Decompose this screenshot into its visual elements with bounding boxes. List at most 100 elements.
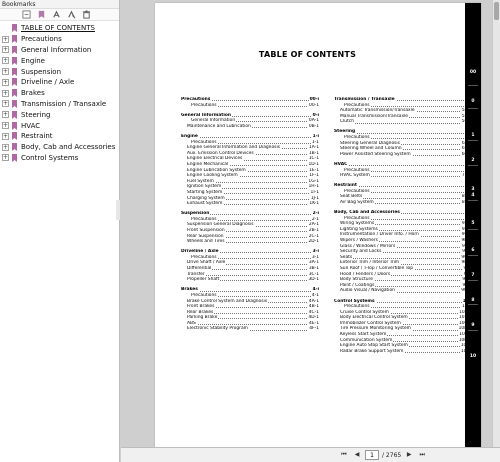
toc-left-column: Precautions 00-i Precautions 00-1 General In… [181,97,319,337]
toc-entry[interactable]: Wheels and Tires 2D-1 [181,239,319,245]
toc-entry-text: Exhaust System [187,201,224,207]
expand-icon[interactable]: + [2,111,9,119]
toc-entry-page: 4F-1 [308,326,319,333]
bookmark-label: Brakes [21,89,45,98]
expand-icon[interactable]: + [2,89,9,97]
delete-bookmark-icon[interactable] [82,10,91,19]
next-page-icon[interactable]: ▶ [404,450,414,460]
document-viewer[interactable]: TABLE OF CONTENTS Precautions 00-i Precaut… [121,0,500,448]
bookmarks-panel: Bookmarks TABLE OF CONTENTS + Precautions +… [0,0,120,462]
toc-entry[interactable]: Audio Visual / Navigation9O-1 [334,288,472,294]
expand-icon[interactable]: + [2,78,9,86]
toc-entry-text: HVAC System [340,173,371,179]
toc-entry[interactable]: Power Assisted Steering System6C-1 [334,151,472,158]
last-page-icon[interactable]: ⏭ [417,450,427,460]
toc-section: Transmission / Transaxle5-iPrecautions5-… [334,97,472,125]
toc-entry[interactable]: Maintenance and Lubrication 0B-1 [181,123,319,130]
dot-leader [187,274,319,276]
bookmark-item[interactable]: + Driveline / Axle [0,77,119,88]
page-number-input[interactable] [365,450,379,460]
bookmarks-scrollbar[interactable] [116,200,120,220]
bookmark-item[interactable]: + HVAC [0,120,119,131]
section-tab[interactable]: 8 [465,292,481,309]
toc-section: Steering6-iPrecautions6-1Steering Genera… [334,129,472,158]
bookmark-icon [12,35,17,44]
toc-entry[interactable]: Precautions 00-1 [181,102,319,109]
expand-icon[interactable]: + [2,154,9,162]
section-tab[interactable]: 4 [465,187,481,204]
expand-icon[interactable]: + [2,35,9,43]
section-tab[interactable]: 2 [465,152,481,169]
toc-entry[interactable]: HVAC System7B-1 [334,173,472,179]
toc-entry-page: 0B-1 [307,123,319,130]
expand-icon[interactable]: + [2,132,9,140]
tab-divider [468,165,478,166]
toc-entry[interactable]: Clutch5C-1 [334,119,472,125]
toc-entry[interactable]: Propeller Shaft 3D-1 [181,277,319,283]
tab-divider [468,108,478,109]
bookmark-item[interactable]: + Control Systems [0,153,119,164]
expand-icon[interactable]: + [2,122,9,130]
bookmark-label: HVAC [21,121,41,130]
expand-icon[interactable]: + [2,143,9,151]
viewer-scroll-thumb[interactable] [494,2,499,20]
bookmark-item[interactable]: TABLE OF CONTENTS [0,23,119,34]
section-tab[interactable]: 1 [465,127,481,144]
bookmark-label: Engine [21,56,45,65]
viewer-scrollbar[interactable] [492,0,500,447]
toc-entry[interactable]: Radar Brake Support System10J-1 [334,348,472,355]
bookmark-label: Control Systems [21,153,79,162]
dot-leader [187,324,319,326]
bookmark-item[interactable]: + Restraint [0,131,119,142]
toc-section: General Information 0-i General Informatio… [181,112,319,130]
toc-entry[interactable]: Exhaust System 1K-1 [181,201,319,207]
bookmark-item[interactable]: + Suspension [0,66,119,77]
bookmark-icon [12,56,17,65]
expand-icon[interactable]: + [2,57,9,65]
previous-page-icon[interactable]: ◀ [352,450,362,460]
bookmark-item[interactable]: + Steering [0,109,119,120]
section-tab[interactable]: 9 [465,317,481,334]
bookmarks-toolbar [0,9,119,21]
bookmark-icon [12,110,17,119]
pdf-viewer-app: Bookmarks TABLE OF CONTENTS + Precautions +… [0,0,500,462]
dot-leader [181,137,319,139]
bookmark-item[interactable]: + Body, Cab and Accessories [0,142,119,153]
section-tab[interactable]: 7 [465,267,481,284]
page-count: / 2765 [382,451,402,459]
toc-entry[interactable]: Electronic Stability Program 4F-1 [181,326,319,333]
expand-icon[interactable]: + [2,68,9,76]
collapse-all-icon[interactable] [67,10,76,19]
expand-all-icon[interactable] [52,10,61,19]
bookmarks-header: Bookmarks [0,0,119,9]
page-navigation-bar: ⏮ ◀ / 2765 ▶ ⏭ [121,447,500,462]
bookmark-icon [12,45,17,54]
bookmark-item[interactable]: + Transmission / Transaxle [0,99,119,110]
first-page-icon[interactable]: ⏮ [339,450,349,460]
section-tab-strip: 00 0 1 2 3 4 5 6 7 8 9 10 [465,3,481,448]
section-tab[interactable]: 6 [465,242,481,259]
bookmark-icon [12,132,17,141]
toc-entry-page: 3D-1 [307,277,319,283]
new-bookmark-icon[interactable] [37,10,46,19]
toc-entry-text: Precautions [191,102,218,109]
bookmark-icon [12,121,17,130]
dot-leader [334,165,472,167]
bookmark-item[interactable]: + Engine [0,55,119,66]
bookmark-options-icon[interactable] [22,10,31,19]
expand-icon[interactable]: + [2,100,9,108]
bookmark-item[interactable]: + Precautions [0,34,119,45]
toc-section: Control Systems10-iPrecautions10-1Cruise… [334,298,472,355]
section-tab[interactable]: 10 [465,348,481,365]
bookmark-icon [12,78,17,87]
toc-entry[interactable]: Air Bag System8B-1 [334,200,472,206]
bookmark-icon [12,89,17,98]
tab-divider [468,280,478,281]
bookmark-item[interactable]: + General Information [0,45,119,56]
toc-entry-page: 2D-1 [307,239,319,245]
expand-icon[interactable]: + [2,46,9,54]
bookmark-item[interactable]: + Brakes [0,88,119,99]
tab-divider [468,229,478,230]
section-tab[interactable]: 00 [465,64,481,81]
dot-leader [340,122,472,124]
